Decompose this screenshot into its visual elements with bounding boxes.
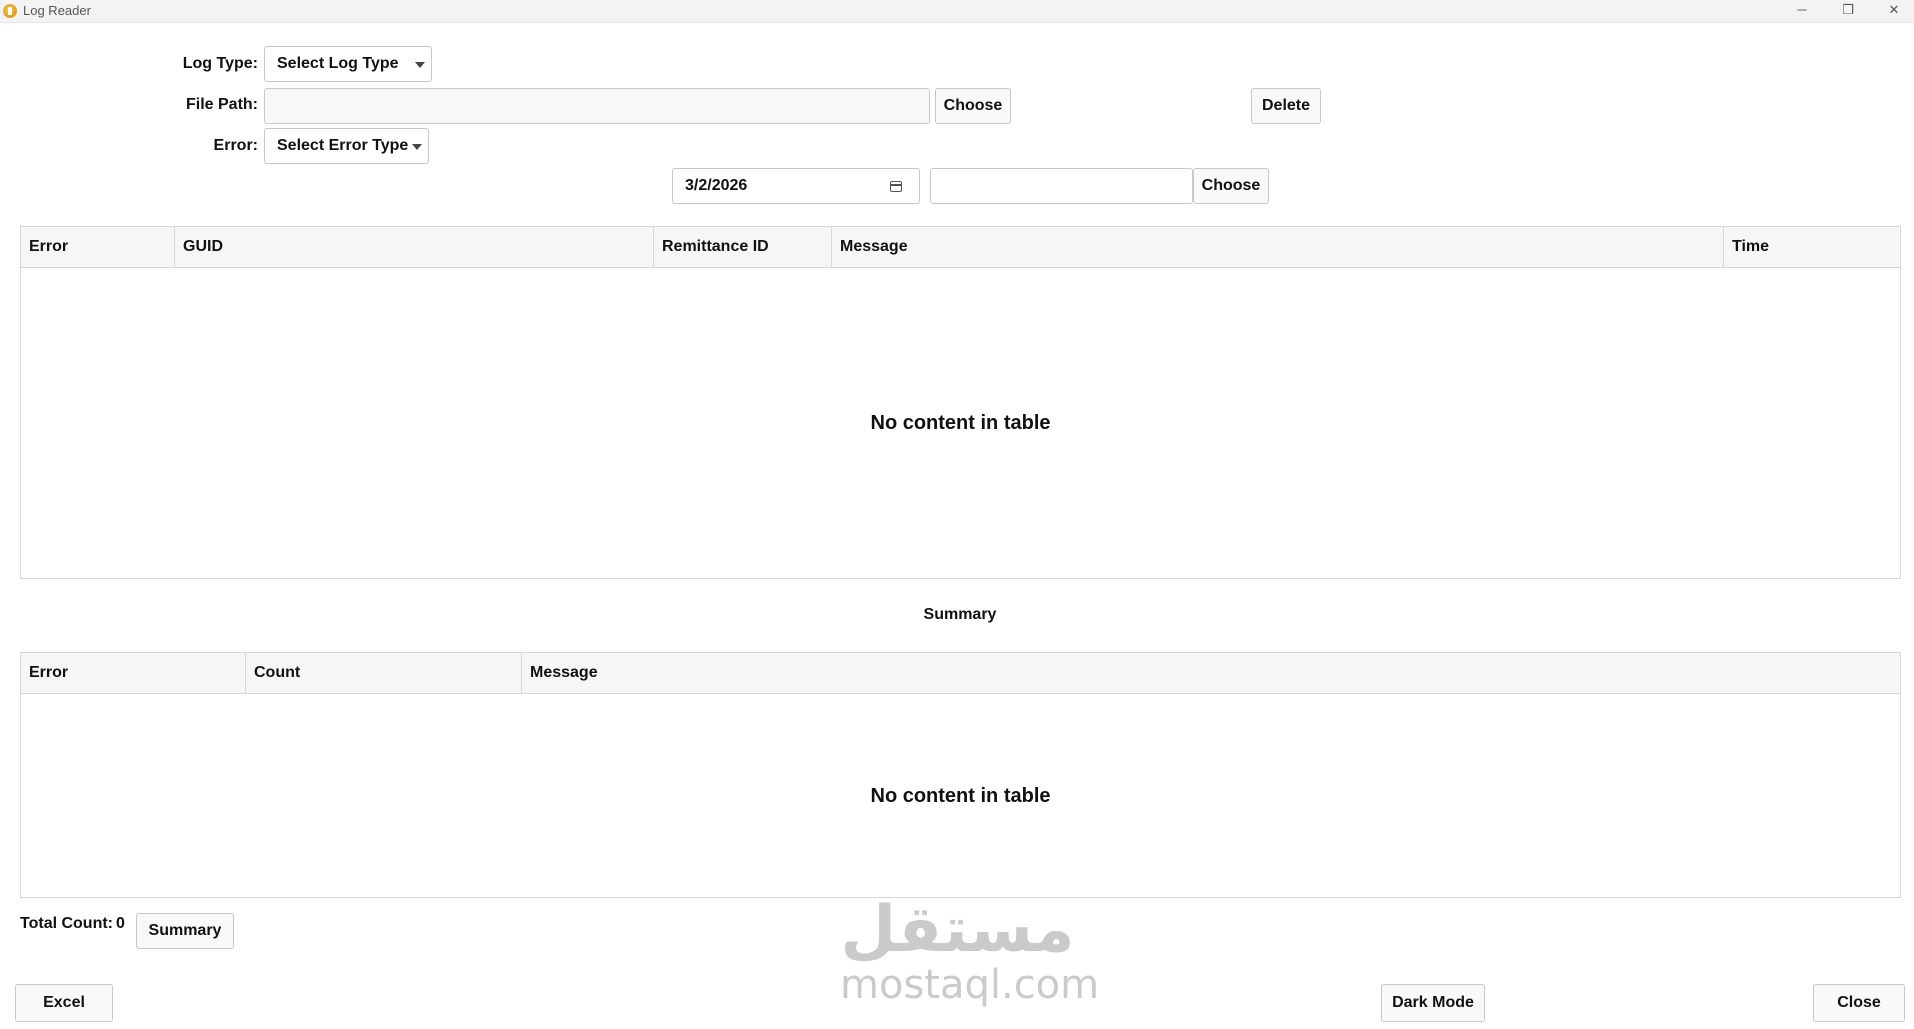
summary-table: Error Count Message No content in table [20,652,1901,898]
summary-title: Summary [923,606,997,623]
column-header-count[interactable]: Count [246,653,522,693]
log-type-value: Select Log Type [277,55,399,72]
total-count-value: 0 [116,915,125,932]
log-table-empty-message: No content in table [870,412,1051,434]
error-type-value: Select Error Type [277,137,409,154]
date-picker[interactable]: 3/2/2026 [672,168,920,204]
title-bar: Log Reader ─ ❐ ✕ [0,0,1914,23]
total-count-label: Total Count: [20,915,114,932]
column-header-time[interactable]: Time [1724,227,1900,267]
date-value: 3/2/2026 [685,177,748,194]
column-header-guid[interactable]: GUID [175,227,654,267]
watermark-logo: مستقل mostaql.com [840,893,1100,1010]
excel-button[interactable]: Excel [15,984,113,1022]
error-type-dropdown[interactable]: Select Error Type [264,128,429,164]
summary-table-empty-message: No content in table [870,785,1051,807]
delete-button[interactable]: Delete [1251,88,1321,124]
summary-button[interactable]: Summary [136,913,234,949]
log-type-dropdown[interactable]: Select Log Type [264,46,432,82]
date-extra-input[interactable] [930,168,1193,204]
choose-date-button[interactable]: Choose [1193,168,1269,204]
maximize-icon[interactable]: ❐ [1826,0,1870,22]
log-table-header: Error GUID Remittance ID Message Time [21,227,1900,268]
app-icon [3,4,17,18]
summary-table-header: Error Count Message [21,653,1900,694]
column-header-message[interactable]: Message [832,227,1724,267]
log-table: Error GUID Remittance ID Message Time No… [20,226,1901,579]
file-path-input[interactable] [264,88,930,124]
log-type-label: Log Type: [182,55,258,72]
calendar-icon[interactable] [890,181,902,192]
window-title: Log Reader [23,3,91,18]
watermark-latin: mostaql.com [840,962,1100,1008]
watermark-arabic: مستقل [840,893,1075,967]
close-button[interactable]: Close [1813,984,1905,1022]
error-label: Error: [213,137,258,154]
close-window-icon[interactable]: ✕ [1872,0,1914,22]
chevron-down-icon [412,144,422,150]
dark-mode-button[interactable]: Dark Mode [1381,984,1485,1022]
column-header-error[interactable]: Error [21,227,175,267]
column-header-message[interactable]: Message [522,653,1900,693]
file-path-label: File Path: [185,96,258,113]
column-header-remittance-id[interactable]: Remittance ID [654,227,832,267]
choose-file-button[interactable]: Choose [935,88,1011,124]
chevron-down-icon [415,62,425,68]
column-header-error[interactable]: Error [21,653,246,693]
minimize-icon[interactable]: ─ [1780,0,1824,22]
